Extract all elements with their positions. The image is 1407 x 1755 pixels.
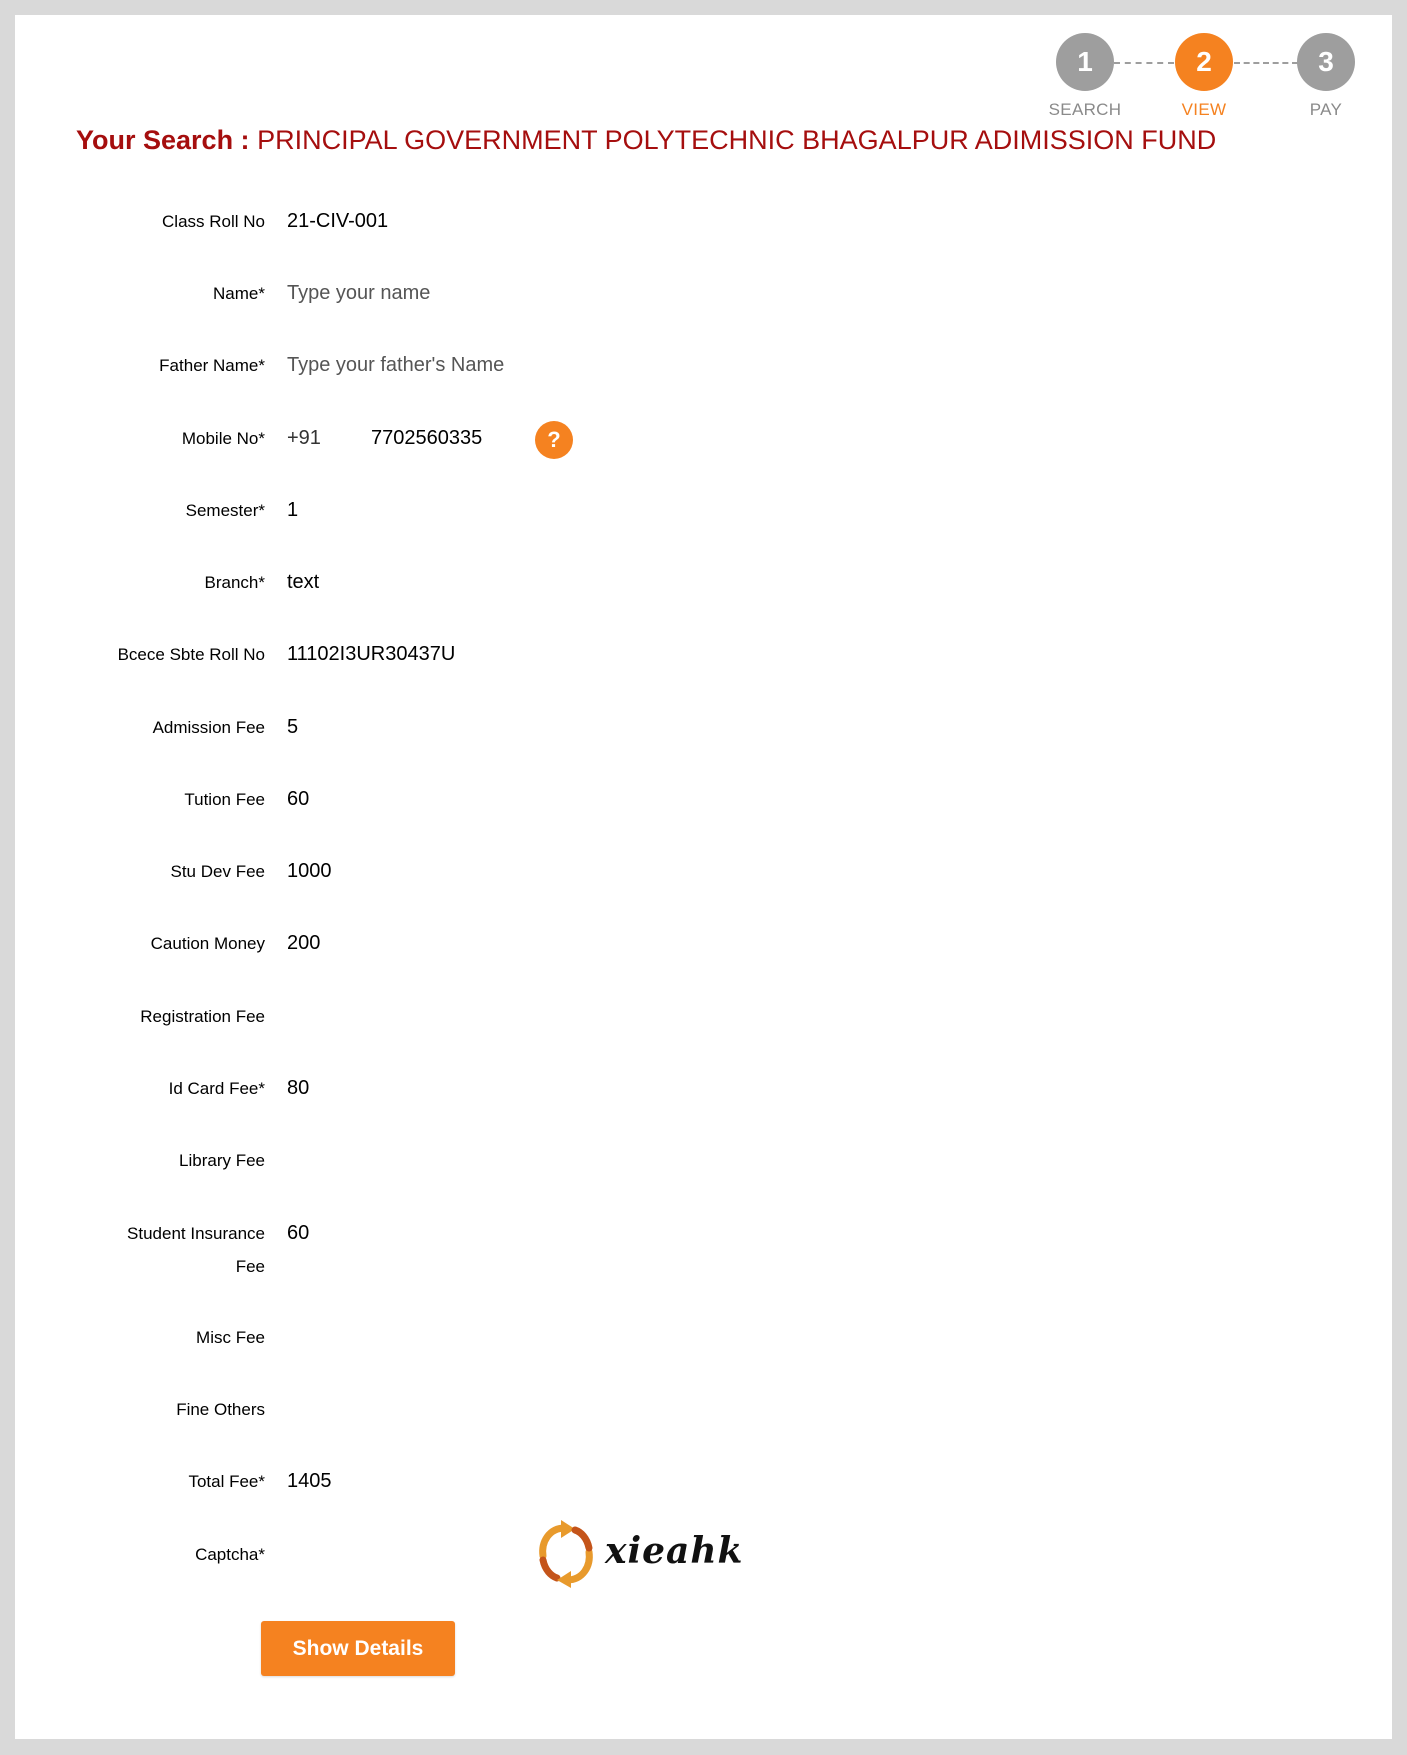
branch-value: text (287, 571, 320, 593)
field-label: Captcha* (195, 1545, 265, 1564)
country-code: +91 (287, 427, 321, 449)
row-misc-fee: Misc Fee (15, 1321, 1015, 1361)
field-label: Registration Fee (140, 1007, 265, 1026)
total-fee-value: 1405 (287, 1470, 332, 1492)
row-tution-fee: Tution Fee 60 (15, 783, 1015, 823)
semester-value: 1 (287, 499, 299, 521)
row-student-insurance-fee: Student Insurance Fee 60 (15, 1217, 1015, 1287)
row-mobile: Mobile No* +91 7702560335 ? (15, 421, 1015, 462)
admission-fee-value: 5 (287, 716, 299, 738)
step-label: PAY (1309, 100, 1343, 119)
stu-dev-fee-value: 1000 (287, 860, 332, 882)
search-heading-label: Your Search : (76, 125, 250, 155)
step-number: 3 (1297, 33, 1355, 91)
field-label: Class Roll No (162, 212, 265, 231)
step-number: 1 (1056, 33, 1114, 91)
field-label: Misc Fee (196, 1328, 265, 1347)
row-total-fee: Total Fee* 1405 (15, 1465, 1015, 1505)
row-branch: Branch* text (15, 566, 1015, 606)
search-heading: Your Search : PRINCIPAL GOVERNMENT POLYT… (76, 125, 1216, 156)
field-label: Father Name* (159, 356, 265, 375)
row-library-fee: Library Fee (15, 1144, 1015, 1184)
captcha-image: xieahk (605, 1530, 744, 1572)
name-field[interactable]: Type your name (287, 277, 430, 310)
class-roll-no-value: 21-CIV-001 (287, 210, 389, 232)
step-label: VIEW (1181, 100, 1227, 119)
row-registration-fee: Registration Fee (15, 1000, 1015, 1040)
field-label: Library Fee (179, 1151, 265, 1170)
row-admission-fee: Admission Fee 5 (15, 711, 1015, 751)
id-card-fee-value: 80 (287, 1077, 310, 1099)
step-label: SEARCH (1048, 100, 1122, 119)
field-label: Caution Money (150, 934, 265, 953)
row-fine-others: Fine Others (15, 1393, 1015, 1433)
field-label: Tution Fee (184, 790, 265, 809)
student-insurance-fee-value: 60 (287, 1222, 310, 1244)
row-father-name: Father Name* Type your father's Name (15, 349, 1015, 389)
step-view: 2 VIEW (1164, 33, 1244, 120)
field-label: Total Fee* (188, 1472, 265, 1491)
caution-money-value: 200 (287, 932, 321, 954)
form-panel: 1 SEARCH 2 VIEW 3 PAY Your Search : PRIN… (15, 15, 1392, 1739)
field-label: Student Insurance Fee (45, 1217, 265, 1283)
step-search: 1 SEARCH (1045, 33, 1125, 120)
mobile-field[interactable]: 7702560335 (371, 422, 482, 455)
row-class-roll-no: Class Roll No 21-CIV-001 (15, 205, 1015, 245)
field-label: Name* (213, 284, 265, 303)
field-label: Admission Fee (152, 718, 265, 737)
row-stu-dev-fee: Stu Dev Fee 1000 (15, 855, 1015, 895)
step-number: 2 (1175, 33, 1233, 91)
row-caution-money: Caution Money 200 (15, 927, 1015, 967)
field-label: Stu Dev Fee (170, 862, 266, 881)
field-label: Bcece Sbte Roll No (117, 645, 265, 664)
help-icon[interactable]: ? (535, 421, 573, 459)
field-label: Semester* (185, 501, 265, 520)
row-id-card-fee: Id Card Fee* 80 (15, 1072, 1015, 1112)
field-label: Fine Others (176, 1400, 265, 1419)
row-semester: Semester* 1 (15, 494, 1015, 534)
row-captcha: Captcha* xieahk (15, 1520, 1015, 1600)
row-bcece-roll: Bcece Sbte Roll No 11102I3UR30437U (15, 638, 1015, 678)
bcece-roll-value: 11102I3UR30437U (287, 643, 456, 665)
tution-fee-value: 60 (287, 788, 310, 810)
step-pay: 3 PAY (1286, 33, 1366, 120)
field-label: Branch* (204, 573, 265, 592)
father-name-field[interactable]: Type your father's Name (287, 349, 504, 382)
field-label: Id Card Fee* (168, 1079, 265, 1098)
row-name: Name* Type your name (15, 277, 1015, 317)
field-label-line: Student Insurance (127, 1224, 265, 1243)
refresh-icon[interactable] (535, 1520, 597, 1588)
field-label-line: Fee (235, 1257, 265, 1276)
field-label: Mobile No* (181, 429, 265, 448)
search-heading-value: PRINCIPAL GOVERNMENT POLYTECHNIC BHAGALP… (257, 125, 1217, 155)
show-details-button[interactable]: Show Details (261, 1621, 455, 1676)
